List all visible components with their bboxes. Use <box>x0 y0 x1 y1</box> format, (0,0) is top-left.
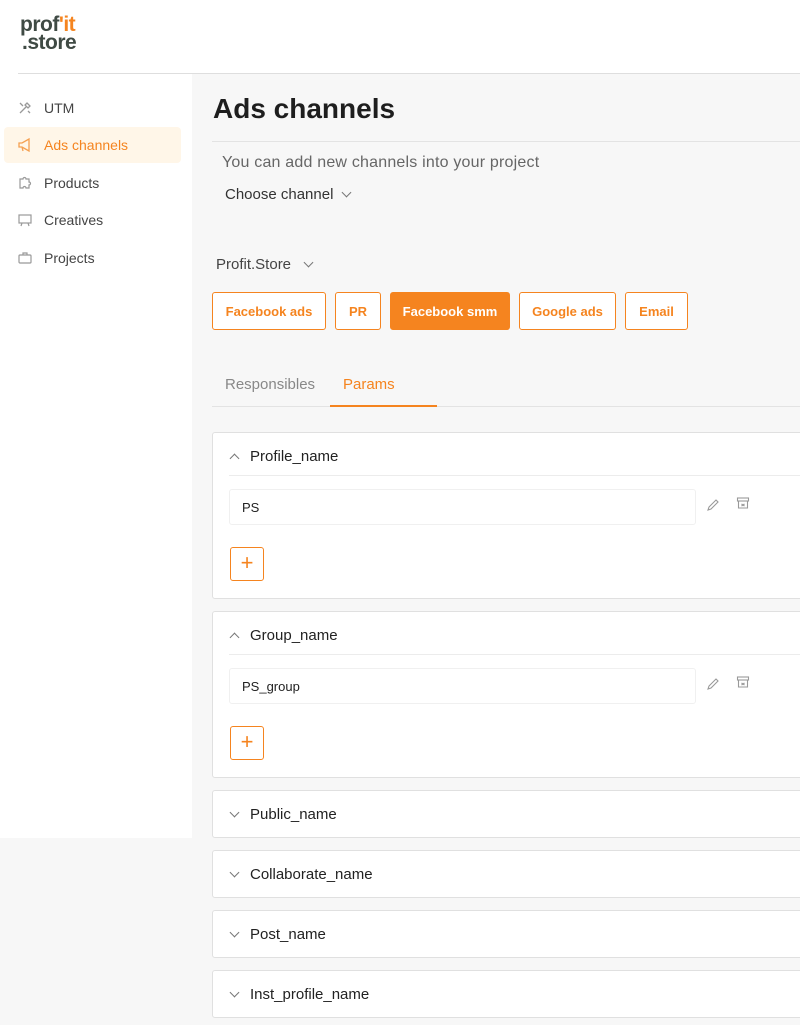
briefcase-icon <box>16 249 34 267</box>
param-header[interactable]: Public_name <box>229 791 337 837</box>
param-value-row: PS_group <box>229 668 696 704</box>
param-name: Post_name <box>250 925 326 943</box>
param-panel-group-name: Group_name PS_group + <box>212 611 800 778</box>
sidebar-item-label: Products <box>44 175 100 191</box>
param-header[interactable]: Inst_profile_name <box>229 971 370 1017</box>
param-value-row: PS <box>229 489 696 525</box>
choose-channel-label: Choose channel <box>225 186 334 203</box>
active-tab-indicator <box>330 405 437 407</box>
add-value-button[interactable]: + <box>230 547 264 581</box>
chevron-up-icon <box>229 453 240 463</box>
page-title: Ads channels <box>213 93 396 124</box>
param-header[interactable]: Profile_name <box>229 433 339 479</box>
param-value: PS <box>242 499 260 515</box>
logo[interactable]: prof'it .store <box>20 14 90 54</box>
param-header[interactable]: Post_name <box>229 911 326 957</box>
tabs-divider <box>212 406 800 407</box>
sidebar-item-label: Creatives <box>44 212 104 228</box>
channel-chip-facebook-smm[interactable]: Facebook smm <box>390 292 510 330</box>
sidebar-item-ads-channels[interactable]: Ads channels <box>4 127 181 163</box>
pencil-icon[interactable] <box>705 497 721 513</box>
project-label: Profit.Store <box>216 256 292 273</box>
easel-icon <box>16 211 34 229</box>
channel-chip-email[interactable]: Email <box>625 292 688 330</box>
chevron-up-icon <box>229 632 240 642</box>
choose-channel-dropdown[interactable]: Choose channel <box>225 186 352 203</box>
param-panel-public-name[interactable]: Public_name <box>212 790 800 838</box>
param-header[interactable]: Group_name <box>229 612 338 658</box>
panel-divider <box>229 475 800 476</box>
param-name: Public_name <box>250 805 337 823</box>
chevron-down-icon <box>229 807 240 817</box>
panel-divider <box>229 654 800 655</box>
tab-responsibles[interactable]: Responsibles <box>225 376 315 393</box>
param-name: Group_name <box>250 626 338 644</box>
add-channel-hint: You can add new channels into your proje… <box>222 154 540 171</box>
sidebar-item-projects[interactable]: Projects <box>4 240 181 276</box>
logo-line2: .store <box>22 31 77 54</box>
param-panel-collaborate-name[interactable]: Collaborate_name <box>212 850 800 898</box>
param-panel-post-name[interactable]: Post_name <box>212 910 800 958</box>
param-value: PS_group <box>242 678 300 694</box>
channel-chip-google-ads[interactable]: Google ads <box>519 292 616 330</box>
archive-icon[interactable] <box>735 495 751 511</box>
param-name: Profile_name <box>250 447 339 465</box>
sidebar-item-products[interactable]: Products <box>4 165 181 201</box>
project-dropdown[interactable]: Profit.Store <box>216 256 314 273</box>
param-header[interactable]: Collaborate_name <box>229 851 373 897</box>
chevron-down-icon <box>229 867 240 877</box>
sidebar-footer-area <box>0 838 192 1025</box>
sidebar-item-creatives[interactable]: Creatives <box>4 202 181 238</box>
archive-icon[interactable] <box>735 674 751 690</box>
channel-chip-facebook-ads[interactable]: Facebook ads <box>212 292 326 330</box>
chevron-down-icon <box>341 187 352 198</box>
puzzle-icon <box>16 174 34 192</box>
channel-chip-pr[interactable]: PR <box>335 292 381 330</box>
sidebar-item-utm[interactable]: UTM <box>4 90 181 126</box>
title-divider <box>212 141 800 142</box>
param-name: Collaborate_name <box>250 865 373 883</box>
sidebar-item-label: Ads channels <box>44 137 129 153</box>
chevron-down-icon <box>303 257 314 268</box>
sidebar-item-label: UTM <box>44 100 75 116</box>
pencil-icon[interactable] <box>705 676 721 692</box>
tab-params[interactable]: Params <box>343 376 395 393</box>
megaphone-icon <box>16 136 34 154</box>
param-panel-profile-name: Profile_name PS + <box>212 432 800 599</box>
chevron-down-icon <box>229 927 240 937</box>
tools-icon <box>16 99 34 117</box>
sidebar-item-label: Projects <box>44 250 95 266</box>
param-name: Inst_profile_name <box>250 985 370 1003</box>
param-panel-inst-profile-name[interactable]: Inst_profile_name <box>212 970 800 1018</box>
add-value-button[interactable]: + <box>230 726 264 760</box>
chevron-down-icon <box>229 987 240 997</box>
